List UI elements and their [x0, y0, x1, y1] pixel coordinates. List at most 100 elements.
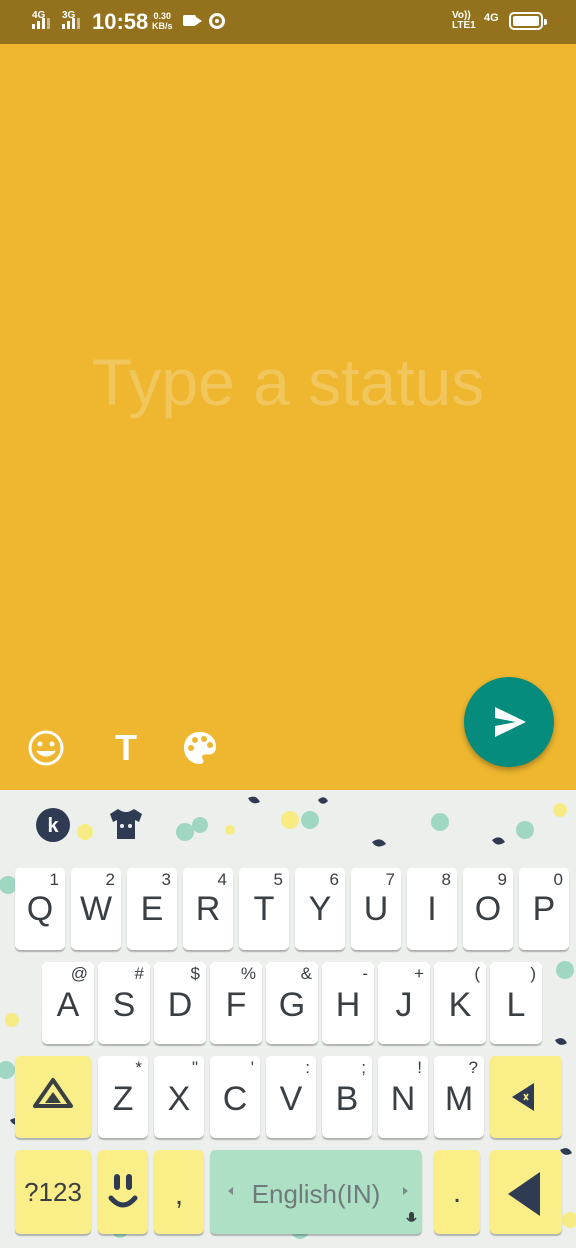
- key-c[interactable]: ' C: [210, 1056, 260, 1138]
- key-p[interactable]: 0P: [519, 868, 569, 950]
- palette-icon[interactable]: [180, 728, 220, 768]
- space-language-label: English(IN): [251, 1179, 381, 1209]
- key-label: A: [56, 986, 80, 1024]
- key-label: Q: [26, 890, 54, 928]
- emoji-icon: [108, 1174, 138, 1208]
- key-y[interactable]: 6Y: [295, 868, 345, 950]
- key-r[interactable]: 4R: [183, 868, 233, 950]
- key-label: F: [225, 986, 247, 1024]
- key-u[interactable]: 7U: [351, 868, 401, 950]
- text-format-icon[interactable]: T: [106, 728, 146, 768]
- key-f[interactable]: % F: [210, 962, 262, 1044]
- emoji-key[interactable]: [98, 1150, 148, 1234]
- key-label: J: [395, 986, 413, 1024]
- enter-arrow-icon: [508, 1172, 540, 1216]
- key-hint: @: [70, 964, 88, 983]
- key-label: K: [448, 986, 472, 1024]
- key-g[interactable]: & G: [266, 962, 318, 1044]
- key-e[interactable]: 3E: [127, 868, 177, 950]
- keyboard: k 1Q 2W 3E 4R 5T 6Y 7U 8I 9O 0P @ A # S $ D…: [0, 790, 576, 1248]
- network-speed: 0.30 KB/s: [152, 11, 173, 31]
- key-q[interactable]: 1Q: [15, 868, 65, 950]
- space-key[interactable]: English(IN): [210, 1150, 422, 1234]
- speed-unit: KB/s: [152, 21, 173, 31]
- status-editor[interactable]: Type a status T: [0, 44, 576, 790]
- key-hint: ?: [468, 1058, 478, 1077]
- tshirt-theme-icon[interactable]: [106, 806, 146, 842]
- key-label: L: [506, 986, 526, 1024]
- key-m[interactable]: ? M: [434, 1056, 484, 1138]
- key-label: H: [335, 986, 361, 1024]
- key-hint: $: [190, 964, 200, 983]
- key-a[interactable]: @ A: [42, 962, 94, 1044]
- kika-logo-icon[interactable]: k: [34, 806, 72, 844]
- key-hint: 5: [273, 870, 283, 889]
- key-hint: +: [414, 964, 424, 983]
- network-type: 4G: [484, 12, 499, 24]
- enter-key[interactable]: [490, 1150, 562, 1234]
- key-label: W: [79, 890, 113, 928]
- volte-bottom: LTE1: [452, 20, 476, 31]
- key-hint: 0: [553, 870, 563, 889]
- key-k[interactable]: (K: [434, 962, 486, 1044]
- key-l[interactable]: ) L: [490, 962, 542, 1044]
- battery-icon: [509, 12, 547, 30]
- shift-icon: [33, 1078, 73, 1108]
- key-label: M: [444, 1080, 474, 1118]
- key-d[interactable]: $ D: [154, 962, 206, 1044]
- svg-text:k: k: [47, 815, 59, 837]
- status-input-placeholder[interactable]: Type a status: [0, 344, 576, 420]
- key-z[interactable]: * Z: [98, 1056, 148, 1138]
- key-hint: ): [530, 964, 536, 983]
- clock: 10:58: [92, 9, 149, 34]
- key-label: B: [335, 1080, 359, 1118]
- key-v[interactable]: :V: [266, 1056, 316, 1138]
- send-arrow-icon: [495, 707, 526, 737]
- shift-key[interactable]: [15, 1056, 91, 1138]
- key-hint: %: [240, 964, 256, 983]
- key-hint: (: [474, 964, 480, 983]
- speed-value: 0.30: [153, 11, 172, 21]
- key-label: U: [363, 890, 389, 928]
- key-label: N: [390, 1080, 416, 1118]
- key-hint: 9: [497, 870, 507, 889]
- sim1-signal-icon: [32, 18, 50, 29]
- key-hint: :: [305, 1058, 310, 1077]
- key-h[interactable]: -H: [322, 962, 374, 1044]
- key-s[interactable]: # S: [98, 962, 150, 1044]
- key-hint: 1: [49, 870, 59, 889]
- key-x[interactable]: " X: [154, 1056, 204, 1138]
- key-hint: &: [300, 964, 312, 983]
- key-hint: #: [134, 964, 144, 983]
- key-b[interactable]: ; B: [322, 1056, 372, 1138]
- key-hint: 6: [329, 870, 339, 889]
- smiley-icon[interactable]: [26, 728, 66, 768]
- key-j[interactable]: + J: [378, 962, 430, 1044]
- key-hint: 3: [161, 870, 171, 889]
- key-n[interactable]: ! N: [378, 1056, 428, 1138]
- key-hint: 7: [385, 870, 395, 889]
- key-hint: 4: [217, 870, 227, 889]
- sim2-signal-icon: [62, 18, 80, 29]
- key-label: Z: [112, 1080, 134, 1118]
- send-button[interactable]: [464, 677, 554, 767]
- key-w[interactable]: 2W: [71, 868, 121, 950]
- key-hint: !: [417, 1058, 422, 1077]
- backspace-icon: [512, 1083, 534, 1111]
- key-o[interactable]: 9O: [463, 868, 513, 950]
- key-label: V: [279, 1080, 303, 1118]
- chrome-icon: [209, 13, 225, 29]
- key-i[interactable]: 8I: [407, 868, 457, 950]
- backspace-key[interactable]: [490, 1056, 562, 1138]
- key-t[interactable]: 5T: [239, 868, 289, 950]
- period-key[interactable]: .: [434, 1150, 480, 1234]
- key-label: R: [195, 890, 221, 928]
- volte-indicator: Vo)) LTE1: [452, 11, 476, 31]
- key-hint: *: [135, 1058, 142, 1077]
- symbols-label: ?123: [24, 1177, 82, 1207]
- key-hint: -: [362, 964, 368, 983]
- symbols-key[interactable]: ?123: [15, 1150, 91, 1234]
- comma-key[interactable]: ,: [154, 1150, 204, 1234]
- key-label: X: [167, 1080, 191, 1118]
- key-label: I: [427, 890, 437, 928]
